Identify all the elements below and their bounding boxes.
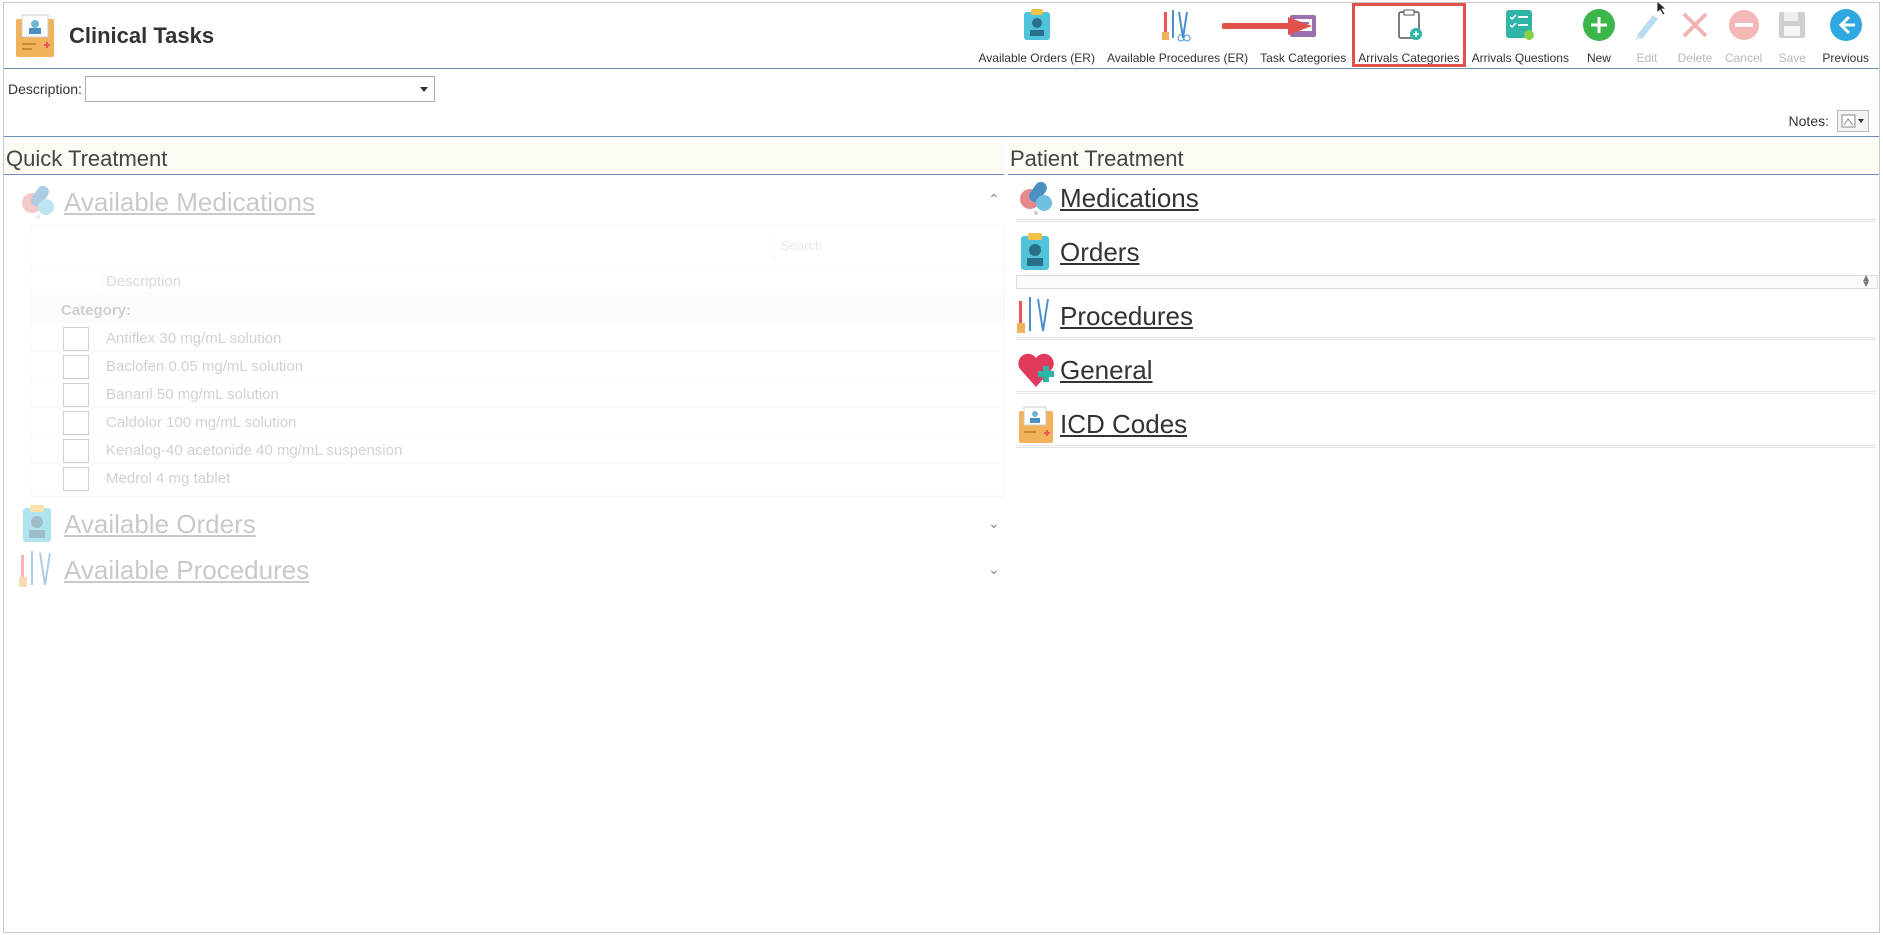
arrivals-questions-icon — [1506, 10, 1535, 40]
chevron-down-icon[interactable]: ⌄ — [988, 561, 1000, 578]
patient-icd-codes-section[interactable]: ICD Codes — [1016, 403, 1876, 448]
arrivals-categories-icon — [1398, 9, 1422, 40]
chevron-down-icon[interactable]: ⌄ — [988, 515, 1000, 532]
procedures-icon — [1161, 10, 1191, 42]
patient-procedures-section[interactable]: Procedures — [1016, 295, 1876, 340]
quick-treatment-header: Quick Treatment — [4, 143, 1004, 175]
row-checkbox[interactable] — [63, 467, 89, 491]
table-row[interactable]: Antiflex 30 mg/mL solution — [31, 324, 1004, 352]
icd-codes-icon — [1019, 406, 1053, 443]
row-checkbox[interactable] — [63, 439, 89, 463]
column-description[interactable]: Description — [106, 273, 181, 290]
x-icon — [1682, 12, 1708, 38]
available-orders-er-button[interactable]: Available Orders (ER) — [972, 3, 1100, 67]
spinner-arrows-icon: ▲ ▼ — [1861, 273, 1871, 290]
medications-icon — [22, 185, 54, 219]
chevron-down-icon — [419, 87, 428, 92]
procedures-icon — [1017, 297, 1049, 333]
patient-treatment-header: Patient Treatment — [1008, 143, 1879, 175]
plus-icon — [1582, 9, 1615, 41]
previous-button[interactable]: Previous — [1816, 3, 1875, 67]
row-checkbox[interactable] — [63, 355, 89, 379]
table-row[interactable]: Banaril 50 mg/mL solution — [31, 380, 1004, 408]
patient-medications-section[interactable]: Medications — [1016, 177, 1876, 222]
table-row[interactable]: Baclofen 0.05 mg/mL solution — [31, 352, 1004, 380]
table-row[interactable]: Medrol 4 mg tablet — [31, 464, 1004, 492]
app-window: Clinical Tasks Available Orders (ER) Ava… — [3, 2, 1880, 933]
notes-control: Notes: — [1789, 110, 1869, 132]
description-dropdown[interactable] — [84, 76, 435, 102]
orders-icon — [23, 505, 51, 542]
divider — [4, 136, 1879, 137]
back-arrow-icon — [1829, 9, 1862, 41]
row-checkbox[interactable] — [63, 327, 89, 351]
search-input[interactable]: Search — [774, 238, 1004, 260]
available-medications-section[interactable]: Available Medications — [18, 181, 315, 223]
chevron-up-icon[interactable]: ⌃ — [988, 191, 1000, 208]
cancel-icon — [1728, 10, 1759, 40]
toolbar: Available Orders (ER) Available Procedur… — [972, 3, 1875, 69]
patient-general-section[interactable]: General — [1016, 349, 1876, 394]
mouse-cursor-icon — [1656, 0, 1668, 16]
description-row: Description: — [4, 75, 435, 103]
notes-dropdown-button[interactable] — [1837, 110, 1869, 132]
patient-orders-section[interactable]: Orders — [1016, 231, 1876, 273]
header: Clinical Tasks Available Orders (ER) Ava… — [4, 3, 1879, 69]
cancel-button[interactable]: Cancel — [1719, 3, 1768, 67]
arrivals-categories-button[interactable]: Arrivals Categories — [1352, 3, 1466, 67]
page-title: Clinical Tasks — [69, 23, 215, 48]
grid-header: Description — [31, 266, 1004, 295]
medications-grid: Search Description Category: Antiflex 30… — [30, 225, 1005, 497]
row-checkbox[interactable] — [63, 411, 89, 435]
notes-label: Notes: — [1788, 113, 1829, 129]
row-checkbox[interactable] — [63, 383, 89, 407]
table-row[interactable]: Kenalog-40 acetonide 40 mg/mL suspension — [31, 436, 1004, 464]
description-label: Description: — [8, 81, 82, 97]
procedures-icon — [19, 551, 51, 587]
save-button[interactable]: Save — [1768, 3, 1816, 67]
red-pointer-arrow-icon — [1222, 17, 1312, 35]
table-row[interactable]: Caldolor 100 mg/mL solution — [31, 408, 1004, 436]
notes-icon — [1841, 114, 1864, 128]
orders-icon — [1021, 233, 1049, 270]
orders-icon — [1023, 9, 1050, 40]
save-icon — [1779, 12, 1806, 38]
arrivals-questions-button[interactable]: Arrivals Questions — [1466, 3, 1575, 67]
available-procedures-section[interactable]: Available Procedures — [18, 549, 309, 591]
new-button[interactable]: New — [1575, 3, 1623, 67]
clinical-tasks-app-icon — [16, 14, 54, 57]
delete-button[interactable]: Delete — [1671, 3, 1719, 67]
orders-scroll-spinner[interactable]: ▲ ▼ — [1016, 273, 1878, 290]
heart-plus-icon — [1018, 353, 1054, 387]
category-group-row[interactable]: Category: — [31, 296, 1004, 324]
available-orders-section[interactable]: Available Orders — [18, 503, 256, 545]
medications-icon — [1020, 181, 1052, 215]
